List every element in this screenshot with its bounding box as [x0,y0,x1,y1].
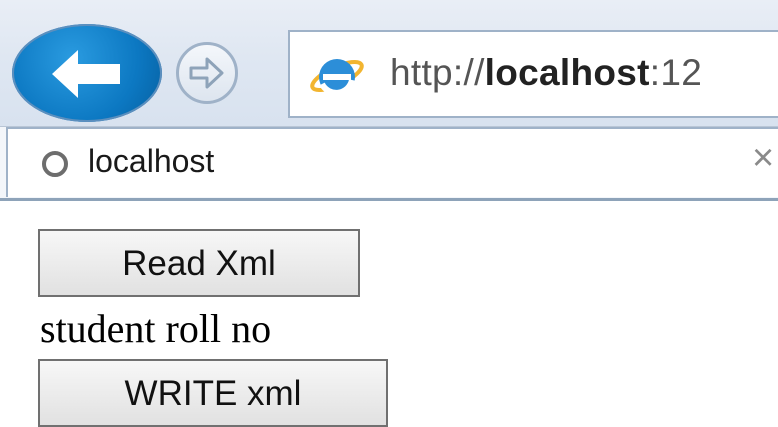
back-button[interactable] [12,24,162,122]
back-arrow-icon [52,50,120,98]
toolbar-divider [0,198,778,201]
write-xml-button[interactable]: WRITE xml [38,359,388,427]
forward-arrow-icon [189,57,224,89]
url-text: http://localhost:12 [390,52,703,93]
tab-localhost[interactable]: localhost × [6,127,778,197]
browser-toolbar: http://localhost:12 [0,0,778,127]
loading-circle-icon [42,151,68,177]
tab-title: localhost [88,143,215,179]
internet-explorer-icon [310,59,364,96]
tab-bar: localhost × [0,127,778,199]
student-roll-label: student roll no [40,306,272,351]
read-xml-button[interactable]: Read Xml [38,229,360,297]
close-tab-icon[interactable]: × [752,139,774,177]
forward-button[interactable] [176,42,238,104]
address-bar[interactable]: http://localhost:12 [288,30,778,118]
